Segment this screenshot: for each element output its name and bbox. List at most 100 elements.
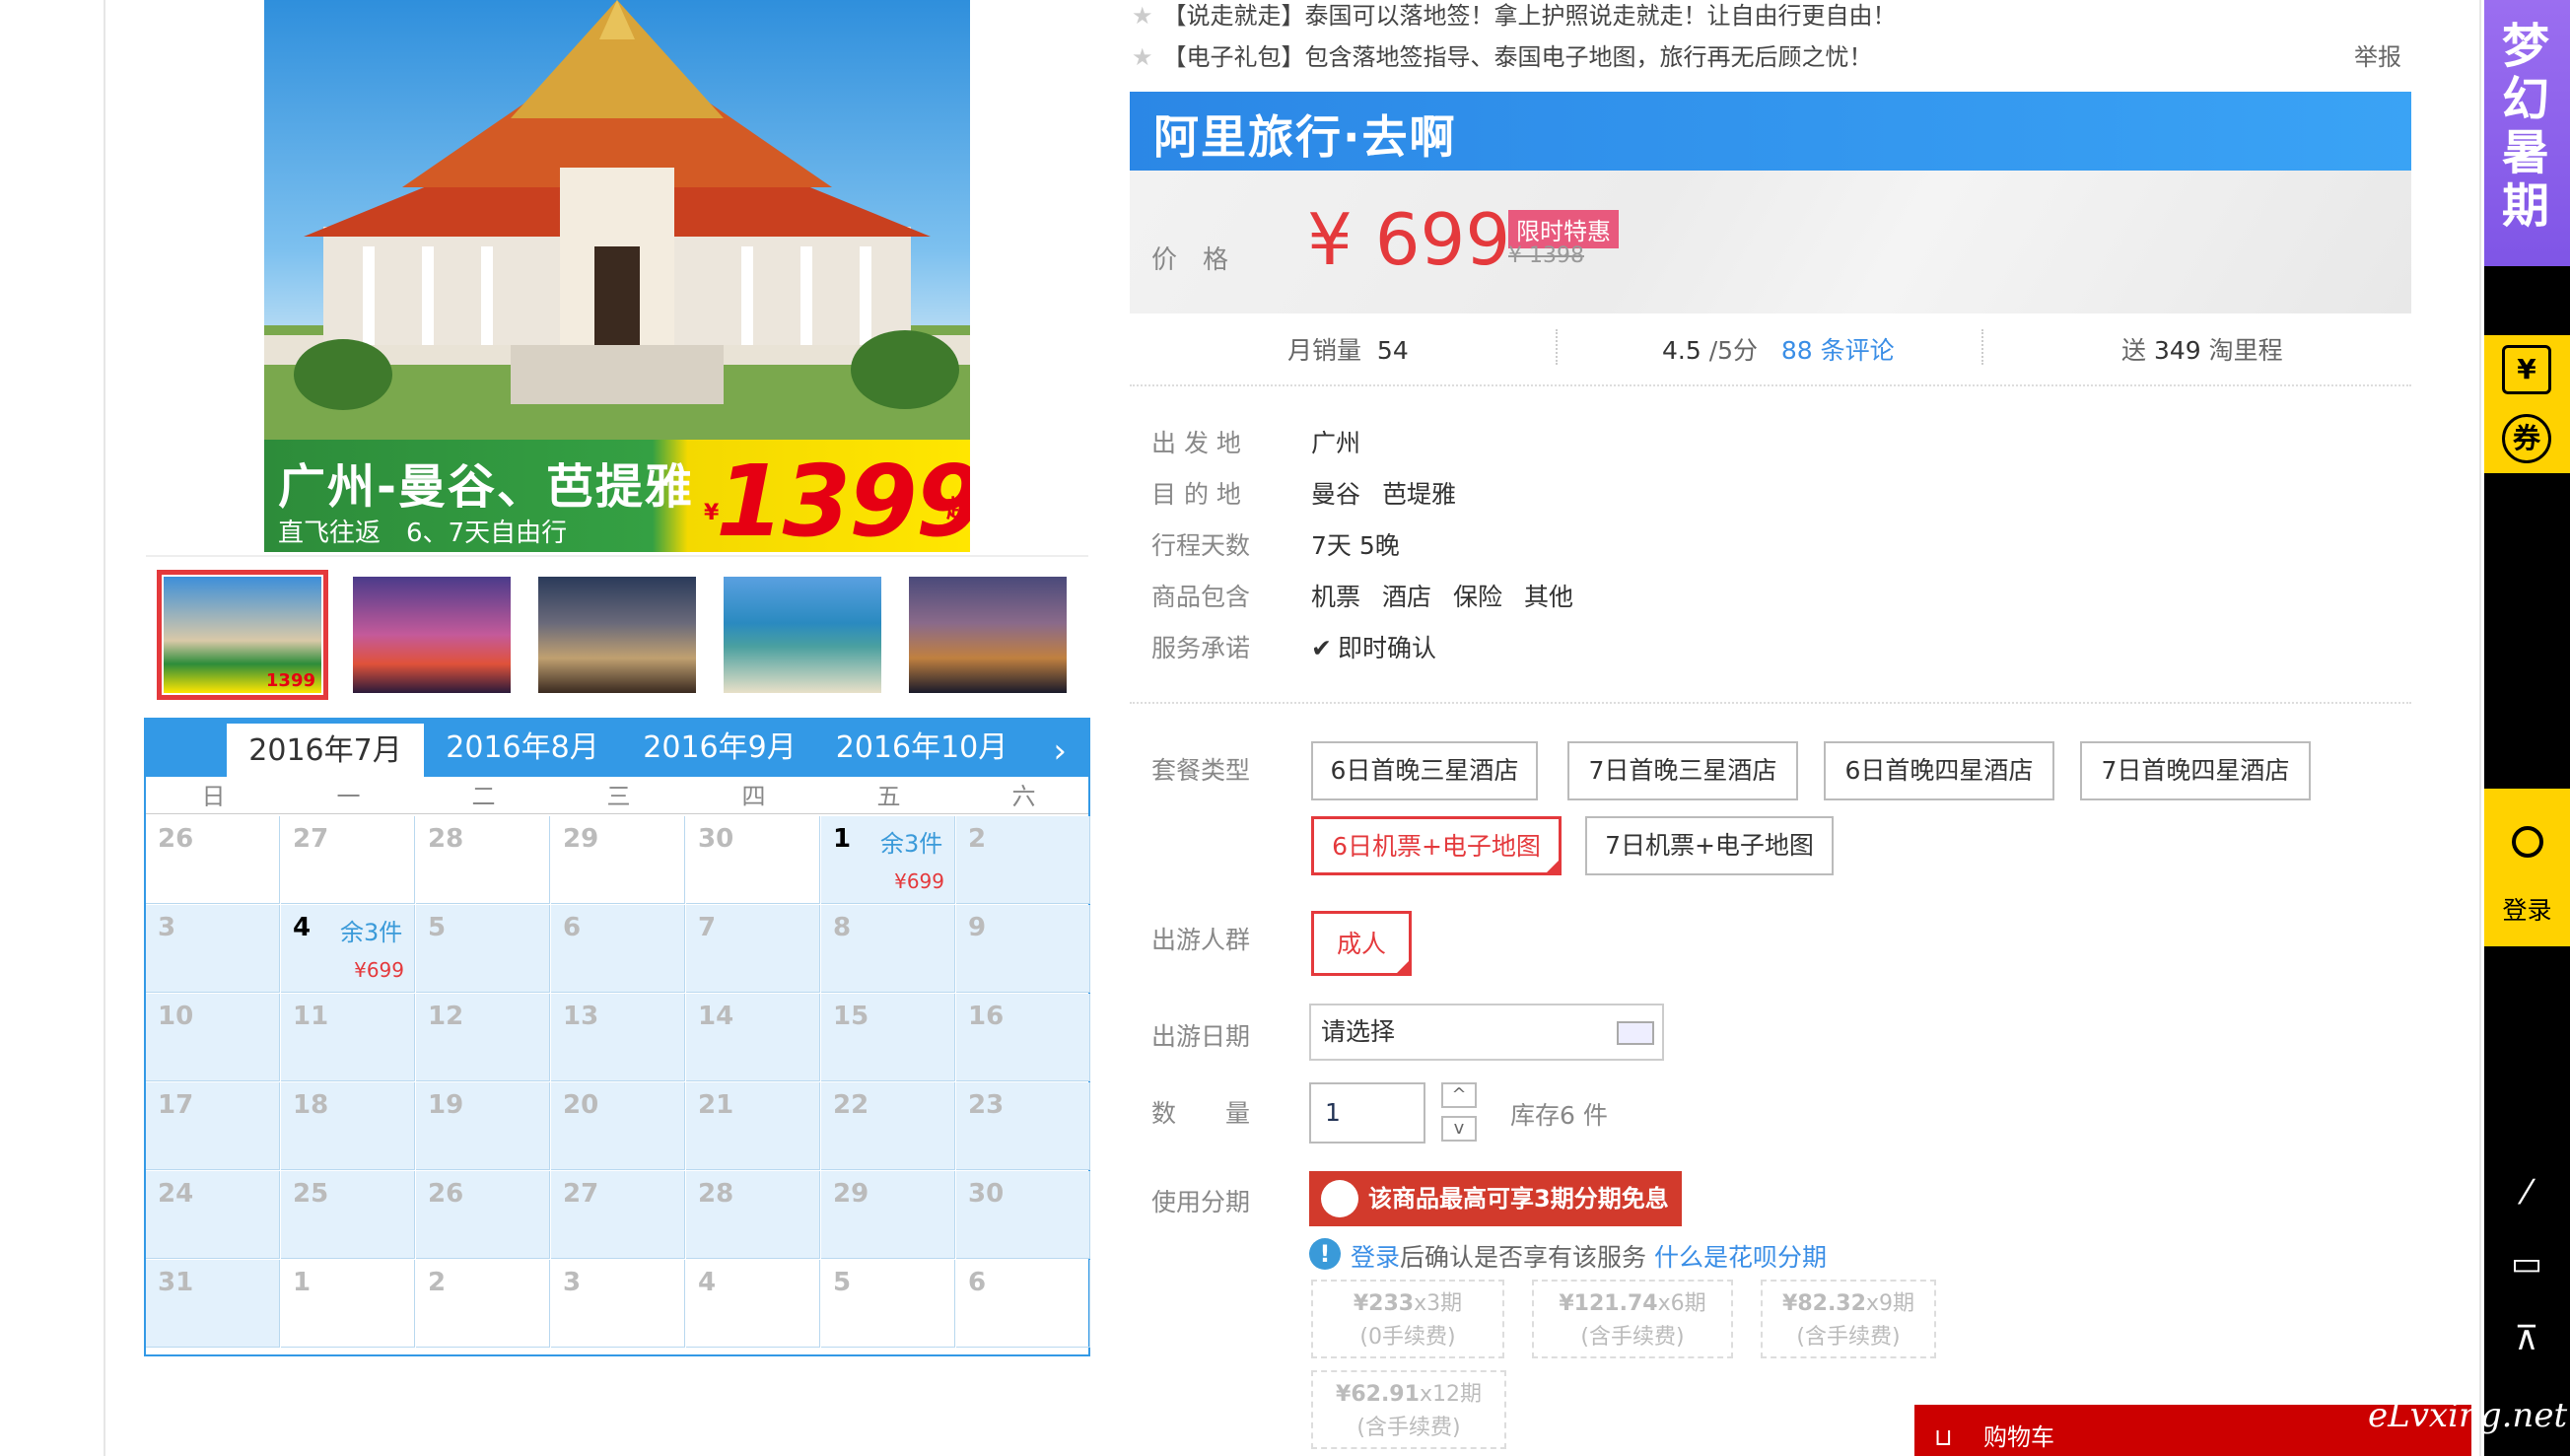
calendar-day[interactable]: 4 余3件 ¥699 xyxy=(281,905,415,993)
wallet-icon[interactable]: ¥ xyxy=(2502,345,2551,394)
day-number: 11 xyxy=(293,1002,329,1031)
back-to-top-icon[interactable]: ⊼ xyxy=(2502,1319,2551,1358)
day-number: 30 xyxy=(698,824,734,854)
day-stock: 余3件 xyxy=(880,830,943,858)
stats-divider xyxy=(1556,329,1558,365)
day-number: 18 xyxy=(293,1090,329,1120)
page-right-border xyxy=(2479,0,2481,1456)
from-label: 出 发 地 xyxy=(1151,429,1241,457)
package-option[interactable]: 6日首晚四星酒店 xyxy=(1824,741,2054,800)
calendar-day: 11 xyxy=(281,994,415,1081)
calendar-day: 9 xyxy=(956,905,1090,993)
calendar-day[interactable]: 1 余3件 ¥699 xyxy=(821,816,955,904)
date-placeholder: 请选择 xyxy=(1321,1017,1396,1046)
tab-month-1[interactable]: 2016年7月 xyxy=(227,724,424,783)
banner-title: 广州-曼谷、芭提雅 xyxy=(278,459,694,515)
tab-month-2[interactable]: 2016年8月 xyxy=(424,720,621,777)
price-label: 价格 xyxy=(1151,245,1255,275)
calendar-day: 31 xyxy=(146,1260,280,1348)
price-box: 价格 ¥ 699 限时特惠 ¥ 1398 xyxy=(1130,171,2411,313)
calendar-day: 18 xyxy=(281,1082,415,1170)
day-number: 25 xyxy=(293,1179,329,1209)
quantity-input[interactable]: 1 xyxy=(1309,1082,1425,1144)
day-number: 10 xyxy=(158,1002,194,1031)
compare-icon[interactable]: ▭ xyxy=(2502,1244,2551,1283)
day-number: 24 xyxy=(158,1179,194,1209)
calendar-day: 29 xyxy=(551,816,685,904)
weekday-label: 一 xyxy=(336,783,361,810)
date-select[interactable]: 请选择 xyxy=(1309,1004,1664,1061)
day-number: 27 xyxy=(563,1179,599,1209)
package-option-selected[interactable]: 6日机票+电子地图 xyxy=(1311,816,1562,875)
divider xyxy=(1130,384,2411,386)
coupon-icon[interactable]: 券 xyxy=(2502,414,2551,463)
day-number: 14 xyxy=(698,1002,734,1031)
package-option[interactable]: 6日首晚三星酒店 xyxy=(1311,741,1538,800)
package-option[interactable]: 7日首晚三星酒店 xyxy=(1567,741,1798,800)
thumbnail-2[interactable] xyxy=(353,577,511,693)
day-number: 7 xyxy=(698,913,717,942)
weekday-label: 六 xyxy=(1011,783,1036,810)
traveler-adult-option[interactable]: 成人 xyxy=(1311,911,1412,976)
thumbnail-4[interactable] xyxy=(724,577,881,693)
calendar-day: 7 xyxy=(686,905,820,993)
promo-text: 【电子礼包】包含落地签指导、泰国电子地图，旅行再无后顾之忧！ xyxy=(1162,43,1873,71)
reviews-link[interactable]: 88 条评论 xyxy=(1781,336,1895,365)
stats-divider xyxy=(1981,329,1983,365)
chevron-right-icon[interactable]: › xyxy=(1053,731,1067,771)
day-number: 1 xyxy=(833,824,852,854)
price-calendar: 2016年7月 2016年8月 2016年9月 2016年10月 › 日 一 二… xyxy=(144,718,1090,1356)
calendar-day: 3 xyxy=(146,905,280,993)
tab-month-4[interactable]: 2016年10月 xyxy=(818,720,1025,777)
quantity-label: 数 量 xyxy=(1151,1099,1251,1128)
thumbnail-3[interactable] xyxy=(538,577,696,693)
chevron-up-icon[interactable]: ^ xyxy=(1441,1082,1477,1108)
day-number: 19 xyxy=(428,1090,464,1120)
calendar-icon[interactable] xyxy=(1617,1021,1654,1045)
thumbnail-1[interactable]: 1399 xyxy=(157,570,328,700)
user-icon xyxy=(2512,826,2543,858)
main-product-image: 广州-曼谷、芭提雅 直飞往返 6、7天自由行 ¥ 1399 起 xyxy=(264,0,970,552)
calendar-weekdays: 日 一 二 三 四 五 六 xyxy=(146,779,1088,814)
day-number: 28 xyxy=(698,1179,734,1209)
chevron-down-icon[interactable]: v xyxy=(1441,1116,1477,1142)
report-link[interactable]: 举报 xyxy=(2354,37,2401,72)
calendar-day: 5 xyxy=(821,1260,955,1348)
promo-line-2: ★ 【电子礼包】包含落地签指导、泰国电子地图，旅行再无后顾之忧！ xyxy=(1132,37,1873,72)
day-number: 2 xyxy=(968,824,987,854)
package-option[interactable]: 7日首晚四星酒店 xyxy=(2080,741,2311,800)
calendar-day: 26 xyxy=(416,1171,550,1259)
to-value: 曼谷 芭堤雅 xyxy=(1311,480,1457,509)
installment-plan[interactable]: ¥62.91x12期 (含手续费) xyxy=(1311,1370,1506,1449)
watermark: eLvxing.net xyxy=(2368,1396,2568,1435)
day-number: 4 xyxy=(293,913,312,942)
price-value: ¥ 699 xyxy=(1307,198,1511,281)
from-value: 广州 xyxy=(1311,429,1361,457)
sidebar-login[interactable]: 登录 xyxy=(2484,789,2570,946)
day-number: 23 xyxy=(968,1090,1005,1120)
day-number: 20 xyxy=(563,1090,599,1120)
calendar-day: 1 xyxy=(281,1260,415,1348)
travelers-label: 出游人群 xyxy=(1151,926,1251,954)
banner-price: 1399 xyxy=(716,444,970,552)
pen-icon[interactable]: ⁄ xyxy=(2502,1173,2551,1213)
tab-month-3[interactable]: 2016年9月 xyxy=(621,720,818,777)
summer-promo-strip[interactable]: 梦幻暑期 xyxy=(2484,0,2570,266)
promo-banner: 广州-曼谷、芭提雅 直飞往返 6、7天自由行 ¥ 1399 起 xyxy=(264,440,970,552)
day-number: 15 xyxy=(833,1002,869,1031)
day-number: 16 xyxy=(968,1002,1005,1031)
date-label: 出游日期 xyxy=(1151,1022,1251,1051)
day-number: 12 xyxy=(428,1002,464,1031)
calendar-day: 26 xyxy=(146,816,280,904)
installment-plan[interactable]: ¥121.74x6期 (含手续费) xyxy=(1532,1280,1733,1358)
installment-plan[interactable]: ¥82.32x9期 (含手续费) xyxy=(1761,1280,1936,1358)
thumbnail-5[interactable] xyxy=(909,577,1067,693)
weekday-label: 二 xyxy=(471,783,496,810)
huabei-help-link[interactable]: 什么是花呗分期 xyxy=(1654,1243,1827,1272)
login-link[interactable]: 登录 xyxy=(1351,1243,1400,1272)
calendar-day: 27 xyxy=(551,1171,685,1259)
installment-plan[interactable]: ¥233x3期 (0手续费) xyxy=(1311,1280,1504,1358)
package-option[interactable]: 7日机票+电子地图 xyxy=(1585,816,1834,875)
day-number: 17 xyxy=(158,1090,194,1120)
day-number: 27 xyxy=(293,824,329,854)
